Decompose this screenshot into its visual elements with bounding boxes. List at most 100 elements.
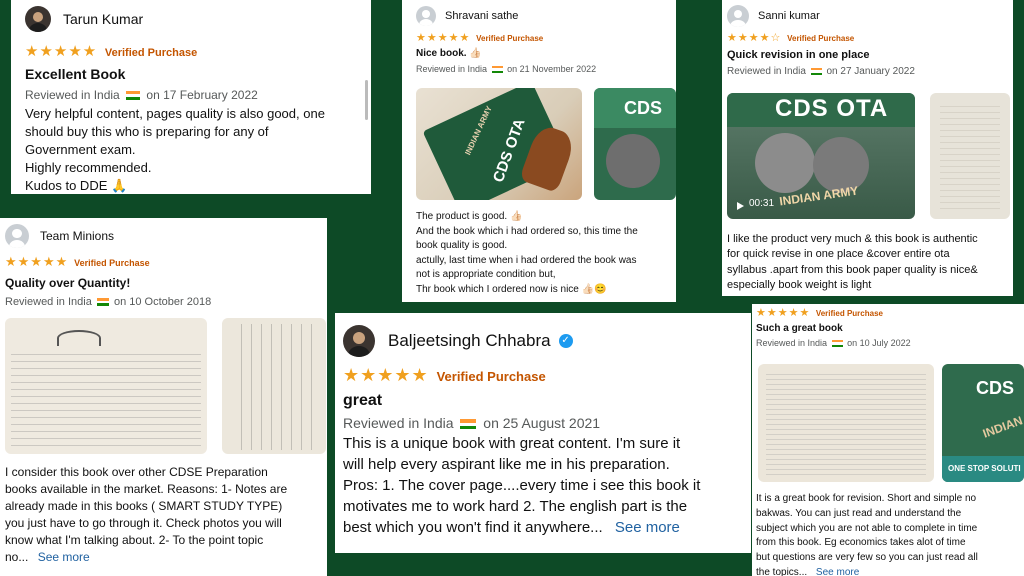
review-video-thumbnail[interactable]: CDS OTA INDIAN ARMY 00:31 xyxy=(727,93,915,219)
review-line: subject which you are not able to comple… xyxy=(756,522,978,534)
rating-row: ★★★★★ Verified Purchase xyxy=(756,306,1020,319)
review-photo[interactable] xyxy=(222,318,326,454)
review-line: Highly recommended. xyxy=(25,159,152,175)
review-meta: Reviewed in India on 17 February 2022 xyxy=(25,88,357,102)
rating-row: ★★★★★ Verified Purchase xyxy=(5,254,322,270)
reviewed-in-label: Reviewed in India xyxy=(5,296,92,308)
play-icon[interactable] xyxy=(737,202,744,210)
star-rating: ★★★★★ xyxy=(25,43,98,60)
review-line: but questions are very few so you can ju… xyxy=(756,552,978,564)
review-line: should buy this who is preparing for any… xyxy=(25,123,269,139)
reviewer-name[interactable]: Shravani sathe xyxy=(445,10,518,22)
review-meta: Reviewed in India on 25 August 2021 xyxy=(343,415,743,431)
review-title[interactable]: great xyxy=(343,392,743,410)
review-line: This is a unique book with great content… xyxy=(343,435,681,452)
review-meta: Reviewed in India on 10 July 2022 xyxy=(756,338,1020,348)
india-flag-icon xyxy=(460,419,477,430)
review-photo[interactable] xyxy=(758,364,934,482)
book-cover-text: ONE STOP SOLUTI xyxy=(948,464,1021,473)
scrollbar[interactable] xyxy=(365,80,368,120)
review-line: syllabus .apart from this book paper qua… xyxy=(727,263,978,276)
review-photo[interactable]: CDS INDIAN ONE STOP SOLUTI xyxy=(942,364,1024,482)
review-line: I like the product very much & this book… xyxy=(727,233,978,245)
review-card-tarun: Tarun Kumar ★★★★★ Verified Purchase Exce… xyxy=(11,0,371,194)
book-cover-text: CDS OTA xyxy=(775,95,889,122)
review-line: I consider this book over other CDSE Pre… xyxy=(5,465,268,479)
review-line: Pros: 1. The cover page....every time i … xyxy=(343,477,701,494)
review-title[interactable]: Nice book. 👍🏻 xyxy=(416,48,662,59)
avatar[interactable] xyxy=(25,6,51,32)
book-cover-text: CDS xyxy=(624,98,663,118)
review-title[interactable]: Such a great book xyxy=(756,323,1020,334)
avatar[interactable] xyxy=(343,325,375,357)
review-photo[interactable]: CDS xyxy=(594,88,676,200)
india-flag-icon xyxy=(491,66,503,74)
avatar[interactable] xyxy=(5,224,29,248)
review-title[interactable]: Quick revision in one place xyxy=(727,49,1008,61)
star-rating: ★★★★☆ xyxy=(727,32,782,44)
reviewer-name[interactable]: Tarun Kumar xyxy=(63,11,143,27)
review-date: on 25 August 2021 xyxy=(483,415,601,431)
rating-row: ★★★★★ Verified Purchase xyxy=(25,42,357,60)
review-line: know what I'm talking about. 2- To the p… xyxy=(5,533,264,548)
verified-purchase-badge: Verified Purchase xyxy=(476,34,544,43)
review-meta: Reviewed in India on 27 January 2022 xyxy=(727,66,1008,77)
review-line: from this book. Eg economics takes alot … xyxy=(756,537,966,549)
review-line: the topics... See more xyxy=(756,566,978,576)
verified-purchase-badge: Verified Purchase xyxy=(436,369,546,384)
book-cover-text: CDS xyxy=(976,378,1015,398)
review-date: on 10 July 2022 xyxy=(847,338,911,348)
reviewed-in-label: Reviewed in India xyxy=(416,64,488,74)
see-more-link[interactable]: See more xyxy=(615,519,680,536)
review-body: It is a great book for revision. Short a… xyxy=(756,492,978,576)
review-body: I like the product very much & this book… xyxy=(727,232,978,294)
book-cover-text: INDIAN xyxy=(980,413,1024,441)
review-meta: Reviewed in India on 10 October 2018 xyxy=(5,296,322,308)
review-body: The product is good. 👍🏻 And the book whi… xyxy=(416,210,638,297)
review-photo[interactable] xyxy=(930,93,1010,219)
review-text-tail: best which you won't find it anywhere... xyxy=(343,519,603,536)
review-line: already made in this books ( SMART STUDY… xyxy=(5,499,283,514)
avatar[interactable] xyxy=(416,6,436,26)
star-rating: ★★★★★ xyxy=(5,254,69,269)
review-title[interactable]: Quality over Quantity! xyxy=(5,276,322,290)
review-body: I consider this book over other CDSE Pre… xyxy=(5,464,287,566)
review-line: book quality is good. xyxy=(416,240,508,251)
review-line: And the book which i had ordered so, thi… xyxy=(416,225,638,237)
india-flag-icon xyxy=(96,298,109,307)
rating-row: ★★★★★ Verified Purchase xyxy=(416,31,662,44)
avatar[interactable] xyxy=(727,5,749,27)
review-line: not is appropriate condition but, xyxy=(416,269,556,280)
see-more-link[interactable]: See more xyxy=(38,550,90,564)
reviewer-header: Team Minions xyxy=(5,224,322,248)
verified-purchase-badge: Verified Purchase xyxy=(104,47,198,59)
review-title[interactable]: Excellent Book xyxy=(25,66,357,82)
review-photo[interactable] xyxy=(5,318,207,454)
review-card-baljeetsingh: Baljeetsingh Chhabra ✓ ★★★★★ Verified Pu… xyxy=(335,313,751,553)
reviewer-name[interactable]: Team Minions xyxy=(40,229,114,243)
reviewer-name[interactable]: Sanni kumar xyxy=(758,10,820,22)
review-line: you just have to go through it. Check ph… xyxy=(5,516,282,531)
review-line: no... See more xyxy=(5,549,287,566)
reviewer-header: Shravani sathe xyxy=(416,6,662,26)
review-line: Very helpful content, pages quality is a… xyxy=(25,106,325,121)
review-line: books available in the market. Reasons: … xyxy=(5,482,288,497)
verified-purchase-badge: Verified Purchase xyxy=(787,34,855,43)
star-rating: ★★★★★ xyxy=(416,32,471,44)
star-rating: ★★★★★ xyxy=(756,307,811,319)
reviewed-in-label: Reviewed in India xyxy=(727,66,806,77)
reviewer-name[interactable]: Baljeetsingh Chhabra xyxy=(388,331,551,351)
review-card-team-minions: Team Minions ★★★★★ Verified Purchase Qua… xyxy=(0,218,327,576)
reviewed-in-label: Reviewed in India xyxy=(343,415,454,431)
review-date: on 21 November 2022 xyxy=(507,64,597,74)
review-card-sanni: Sanni kumar ★★★★☆ Verified Purchase Quic… xyxy=(722,0,1013,296)
review-line: will help every aspirant like me in his … xyxy=(343,456,670,473)
see-more-link[interactable]: See more xyxy=(816,567,859,576)
review-date: on 27 January 2022 xyxy=(826,66,915,77)
review-line: Government exam. xyxy=(25,141,136,157)
reviewer-header: Baljeetsingh Chhabra ✓ xyxy=(343,325,743,357)
review-photo[interactable]: CDS OTA INDIAN ARMY xyxy=(416,88,582,200)
review-card-such-great-book: ★★★★★ Verified Purchase Such a great boo… xyxy=(752,304,1024,576)
video-duration: 00:31 xyxy=(749,198,775,209)
review-body: This is a unique book with great content… xyxy=(343,433,743,538)
